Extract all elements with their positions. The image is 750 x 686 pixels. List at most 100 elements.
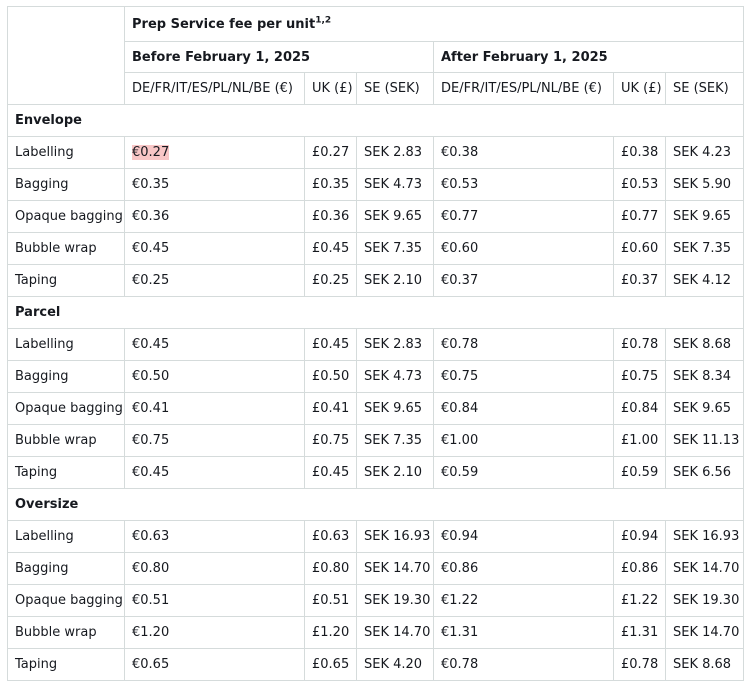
service-name: Taping	[7, 648, 125, 681]
fee-cell: £0.63	[304, 520, 357, 553]
fee-cell: SEK 7.35	[356, 232, 434, 265]
fee-cell: €0.86	[433, 552, 614, 585]
fee-cell: €1.22	[433, 584, 614, 617]
service-name: Opaque bagging	[7, 200, 125, 233]
after-date-header: After February 1, 2025	[432, 41, 745, 73]
table-row: Bubble wrap €0.75 £0.75 SEK 7.35 €1.00 £1.00 S…	[7, 424, 745, 457]
fee-cell: €0.75	[124, 424, 305, 457]
service-name: Taping	[7, 264, 125, 297]
fee-cell: €0.35	[124, 168, 305, 201]
corner-cell	[7, 6, 125, 105]
fee-cell: €0.45	[124, 456, 305, 489]
fee-cell: £1.20	[304, 616, 357, 649]
service-name: Labelling	[7, 136, 125, 169]
fee-cell: SEK 5.90	[664, 168, 745, 201]
fee-cell: £0.25	[304, 264, 357, 297]
fee-cell: £0.84	[613, 392, 666, 425]
fee-cell: €0.36	[124, 200, 305, 233]
highlighted-value: €0.27	[132, 145, 170, 160]
column-header: UK (£)	[613, 72, 666, 105]
fee-cell: £0.36	[304, 200, 357, 233]
table-row: Opaque bagging €0.51 £0.51 SEK 19.30 €1.22 £1…	[7, 584, 745, 617]
fee-cell: SEK 2.10	[356, 264, 434, 297]
fee-cell: €0.60	[433, 232, 614, 265]
fee-cell: €0.25	[124, 264, 305, 297]
fee-cell: €0.53	[433, 168, 614, 201]
fee-cell: SEK 8.68	[664, 328, 745, 361]
fee-cell: SEK 9.65	[664, 200, 745, 233]
fee-cell: €0.94	[433, 520, 614, 553]
service-name: Labelling	[7, 328, 125, 361]
fee-cell: €0.75	[433, 360, 614, 393]
service-name: Bagging	[7, 360, 125, 393]
fee-cell: SEK 9.65	[356, 392, 434, 425]
fee-cell: SEK 6.56	[664, 456, 745, 489]
fee-cell: SEK 4.73	[356, 360, 434, 393]
fee-cell: SEK 7.35	[664, 232, 745, 265]
fee-cell: SEK 9.65	[356, 200, 434, 233]
service-name: Labelling	[7, 520, 125, 553]
column-header: SE (SEK)	[356, 72, 434, 105]
service-name: Taping	[7, 456, 125, 489]
table-row: Opaque bagging €0.41 £0.41 SEK 9.65 €0.84 £0.…	[7, 392, 745, 425]
fee-cell: SEK 9.65	[664, 392, 745, 425]
table-row: Labelling €0.27 £0.27 SEK 2.83 €0.38 £0.38 SEK…	[7, 136, 745, 169]
fee-cell: €0.84	[433, 392, 614, 425]
footnote-ref[interactable]: 1,2	[315, 15, 331, 25]
fee-cell: £0.94	[613, 520, 666, 553]
fee-cell: £1.22	[613, 584, 666, 617]
fee-cell: SEK 2.10	[356, 456, 434, 489]
fee-cell: £0.45	[304, 328, 357, 361]
fee-cell: £0.41	[304, 392, 357, 425]
fee-cell: £0.80	[304, 552, 357, 585]
fee-cell: £0.35	[304, 168, 357, 201]
fee-cell: €0.50	[124, 360, 305, 393]
fee-cell: £0.75	[304, 424, 357, 457]
fee-cell: £0.45	[304, 456, 357, 489]
prep-service-fee-table: Prep Service fee per unit1,2 Before Febr…	[6, 6, 745, 681]
fee-cell: £0.38	[613, 136, 666, 169]
section-heading: Envelope	[6, 104, 745, 137]
fee-cell: £0.78	[613, 648, 666, 681]
fee-cell: SEK 4.20	[356, 648, 434, 681]
fee-cell: SEK 4.23	[664, 136, 745, 169]
fee-cell: £0.37	[613, 264, 666, 297]
fee-cell: SEK 8.34	[664, 360, 745, 393]
fee-cell: €0.38	[433, 136, 614, 169]
fee-cell: £0.53	[613, 168, 666, 201]
fee-cell: €1.31	[433, 616, 614, 649]
fee-cell: SEK 16.93	[356, 520, 434, 553]
fee-cell: €0.77	[433, 200, 614, 233]
table-title: Prep Service fee per unit1,2	[123, 6, 745, 42]
table-row: Bagging €0.35 £0.35 SEK 4.73 €0.53 £0.53 SEK 5…	[7, 168, 745, 201]
table-row: Bagging €0.50 £0.50 SEK 4.73 €0.75 £0.75 SEK 8…	[7, 360, 745, 393]
fee-cell: £0.59	[613, 456, 666, 489]
service-name: Bagging	[7, 552, 125, 585]
fee-cell: €0.45	[124, 232, 305, 265]
fee-cell: €0.78	[433, 328, 614, 361]
before-date-header: Before February 1, 2025	[124, 41, 434, 73]
service-name: Opaque bagging	[7, 584, 125, 617]
column-header: DE/FR/IT/ES/PL/NL/BE (€)	[433, 72, 614, 105]
fee-cell: £0.50	[304, 360, 357, 393]
fee-cell: SEK 14.70	[356, 616, 434, 649]
fee-cell: €1.20	[124, 616, 305, 649]
table-row: Taping €0.65 £0.65 SEK 4.20 €0.78 £0.78 SEK 8.…	[7, 648, 745, 681]
fee-cell: €0.63	[124, 520, 305, 553]
fee-cell: £0.65	[304, 648, 357, 681]
fee-cell: £0.86	[613, 552, 666, 585]
fee-cell: SEK 7.35	[356, 424, 434, 457]
table-row: Labelling €0.63 £0.63 SEK 16.93 €0.94 £0.94 SE…	[7, 520, 745, 553]
fee-cell: SEK 2.83	[356, 136, 434, 169]
fee-cell: £1.31	[613, 616, 666, 649]
fee-cell: SEK 8.68	[664, 648, 745, 681]
column-header: UK (£)	[304, 72, 357, 105]
table-body: Envelope Labelling €0.27 £0.27 SEK 2.83 €0.38…	[6, 104, 745, 681]
table-title-text: Prep Service fee per unit	[132, 16, 316, 32]
service-name: Bagging	[7, 168, 125, 201]
section-heading: Parcel	[6, 296, 745, 329]
fee-cell: SEK 19.30	[356, 584, 434, 617]
fee-cell: SEK 4.12	[664, 264, 745, 297]
fee-cell: SEK 4.73	[356, 168, 434, 201]
service-name: Opaque bagging	[7, 392, 125, 425]
